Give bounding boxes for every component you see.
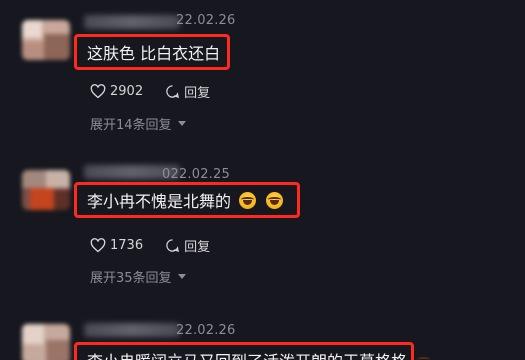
laughing-tears-emoji (266, 191, 284, 209)
comment-date: 22.02.26 (176, 323, 236, 338)
comment-text: 李小冉暖阔立马又回到了活泼开朗的王慕格格 (87, 348, 407, 360)
comment-actions: 1736 回复 (90, 236, 232, 255)
reply-button[interactable]: 回复 (165, 82, 210, 101)
comment-date: 022.02.25 (162, 167, 230, 182)
expand-replies-label: 展开14条回复 (90, 118, 172, 133)
comment-date: 22.02.26 (176, 13, 236, 28)
expand-replies-link[interactable]: 展开35条回复 (90, 267, 186, 286)
comment-actions: 2902 回复 (90, 82, 232, 101)
comment-bubble-icon (166, 239, 180, 253)
comment-bubble-icon (166, 85, 180, 99)
heart-icon (90, 84, 106, 99)
avatar[interactable] (22, 324, 70, 360)
reply-label: 回复 (184, 86, 211, 101)
comment-item: 22.02.26 李小冉暖阔立马又回到了活泼开朗的王慕格格 (0, 318, 525, 360)
username-blurred[interactable] (84, 15, 180, 29)
reply-button[interactable]: 回复 (165, 236, 210, 255)
comment-text: 这肤色 比白衣还白 (87, 44, 221, 63)
heart-icon (90, 238, 106, 253)
username-blurred[interactable] (84, 323, 180, 337)
expand-replies-label: 展开35条回复 (90, 271, 172, 286)
comment-text: 李小冉不愧是北舞的 (87, 192, 232, 211)
highlighted-comment-box: 李小冉不愧是北舞的 (74, 182, 300, 218)
caret-down-icon (177, 274, 186, 279)
highlighted-comment-box: 李小冉暖阔立马又回到了活泼开朗的王慕格格 (74, 342, 431, 360)
caret-down-icon (177, 121, 186, 126)
comment-item: 022.02.25 李小冉不愧是北舞的 1736 回复 展开35条回复 (0, 160, 525, 320)
avatar[interactable] (22, 20, 70, 60)
comment-item: 22.02.26 这肤色 比白衣还白 2902 回复 展开14条回复 (0, 0, 525, 160)
like-button[interactable]: 2902 (90, 84, 143, 99)
laughing-tears-emoji (239, 191, 257, 209)
expand-replies-link[interactable]: 展开14条回复 (90, 114, 186, 133)
like-button[interactable]: 1736 (90, 238, 143, 253)
highlighted-comment-box: 这肤色 比白衣还白 (74, 34, 230, 70)
like-count: 1736 (110, 238, 144, 253)
avatar[interactable] (22, 170, 70, 210)
like-count: 2902 (110, 84, 144, 99)
reply-label: 回复 (184, 240, 211, 255)
